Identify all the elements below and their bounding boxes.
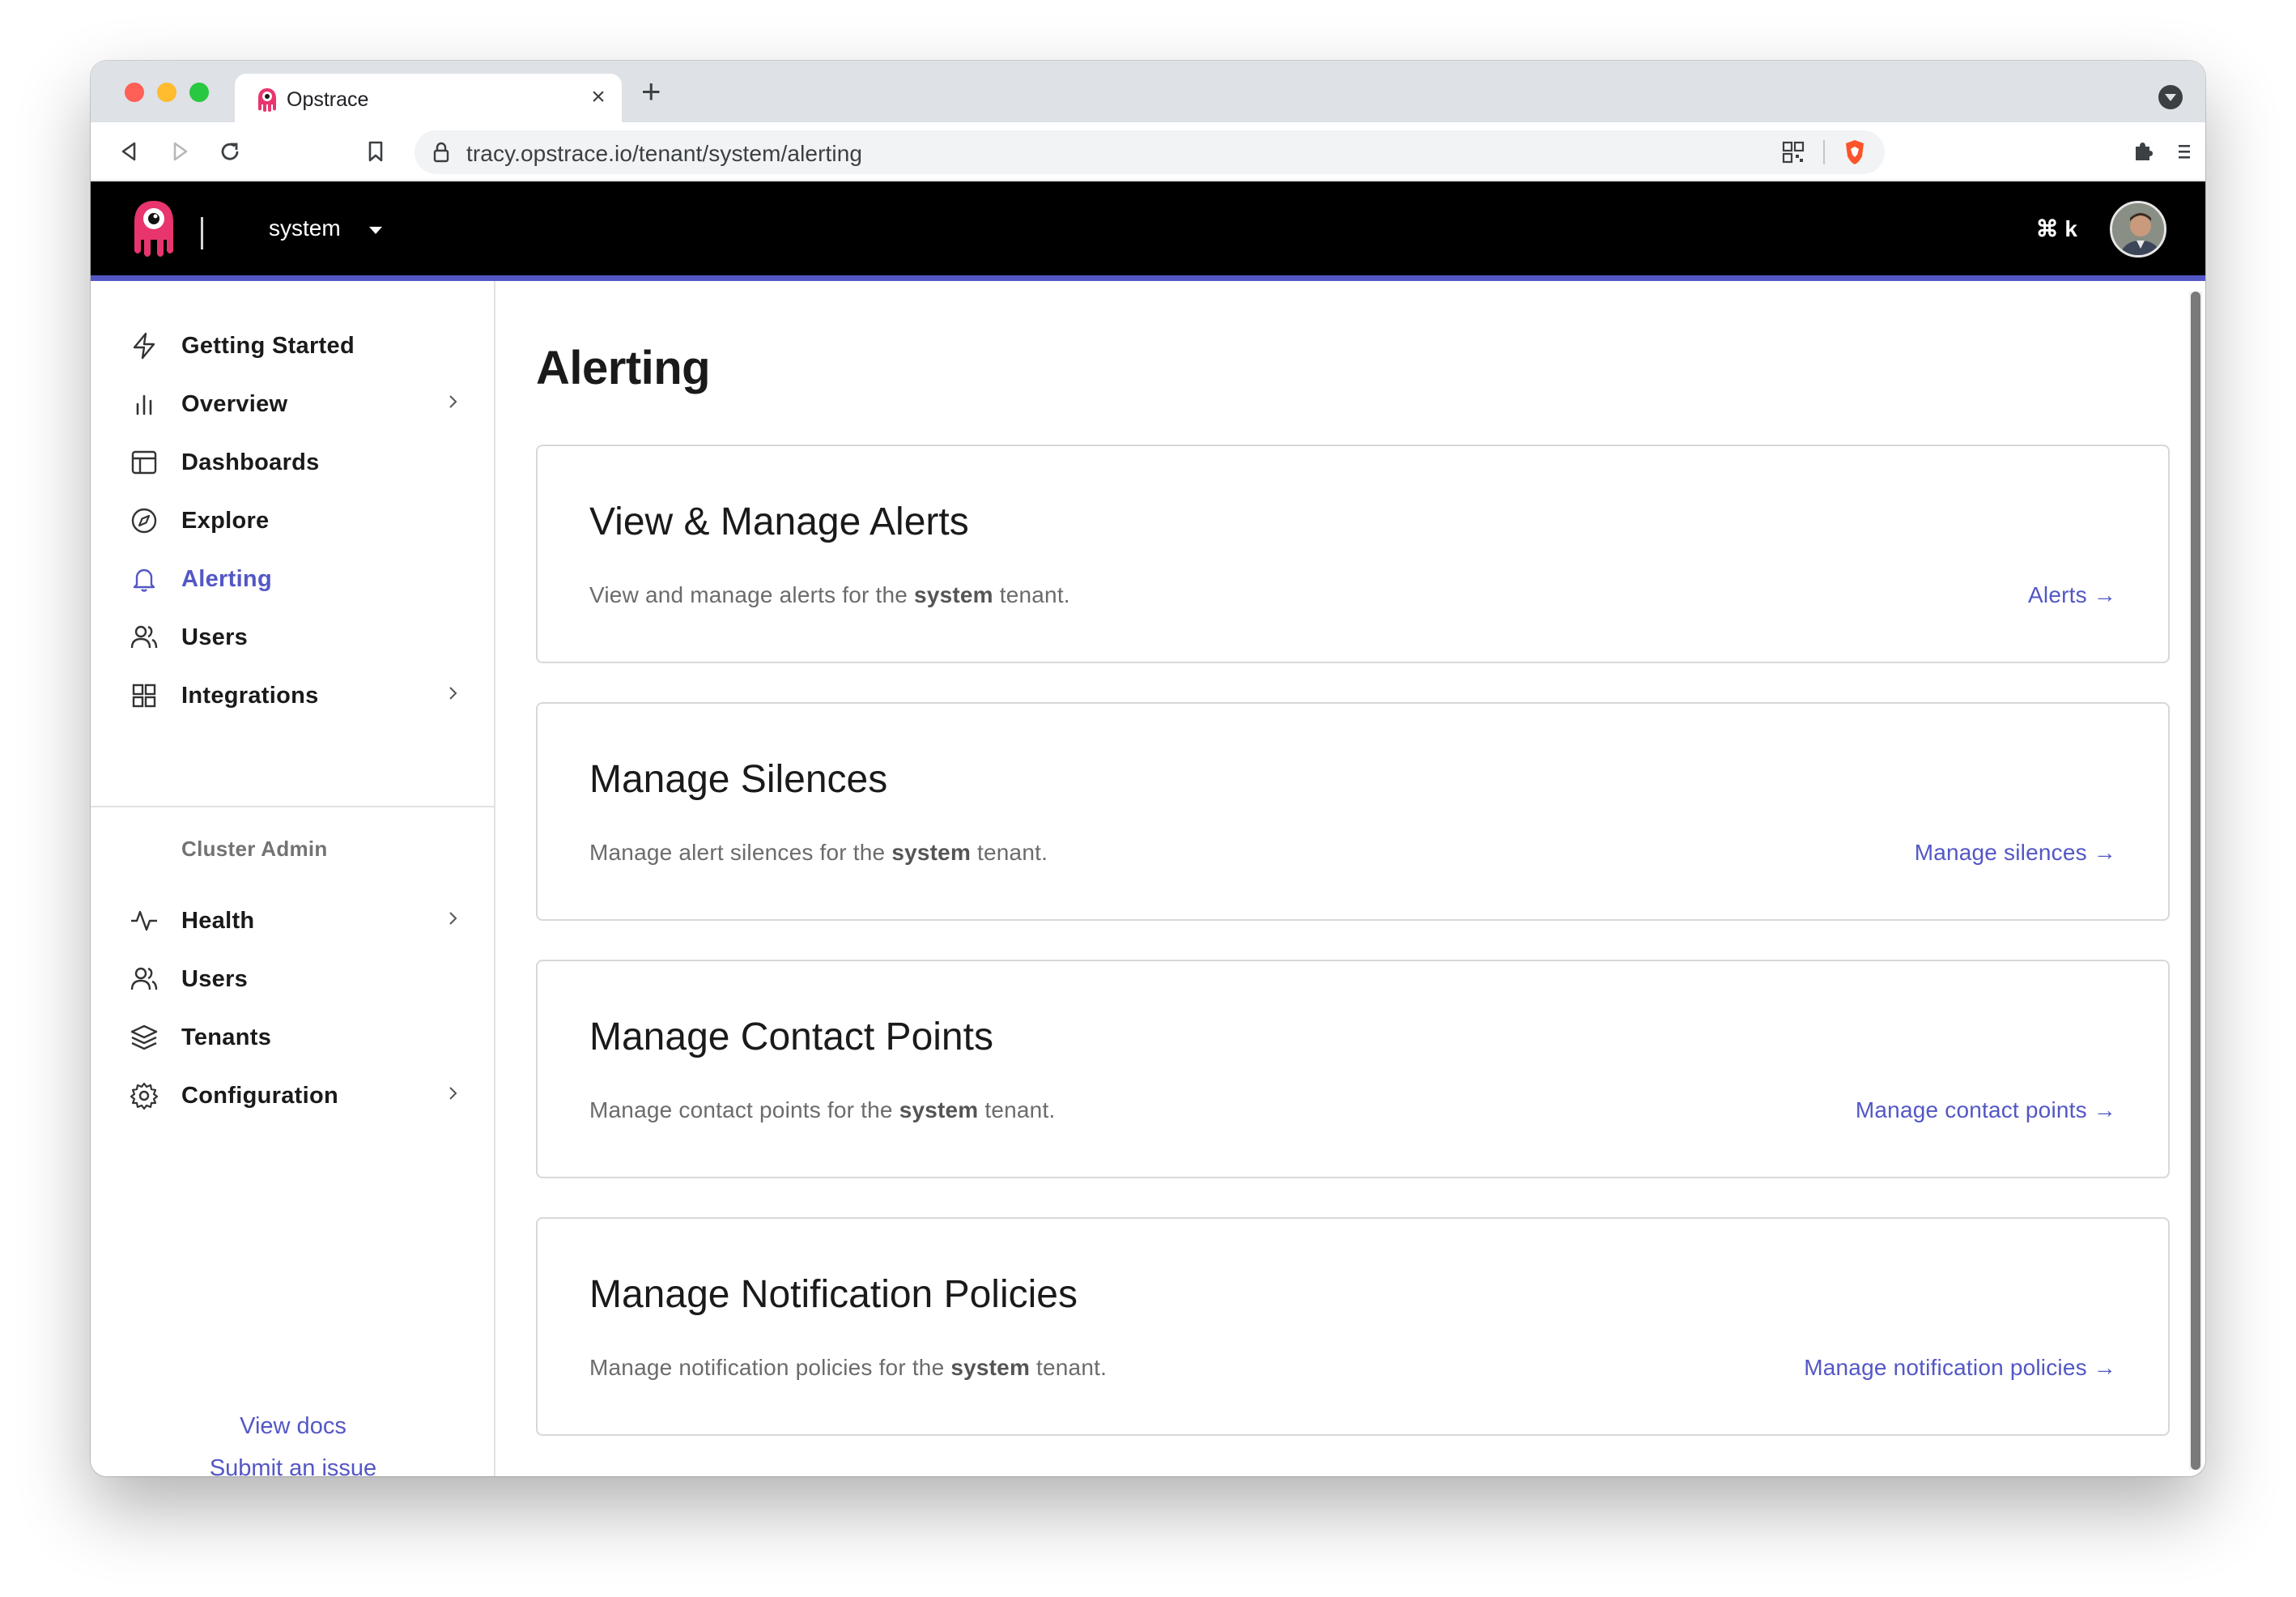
manage-notification-policies-link[interactable]: Manage notification policies → (1804, 1355, 2116, 1381)
user-avatar[interactable] (2110, 201, 2166, 258)
sidebar-item-admin-users[interactable]: Users (130, 955, 470, 1000)
sidebar-item-label: Users (181, 966, 249, 992)
card-title: View & Manage Alerts (589, 500, 969, 543)
sidebar-item-label: Integrations (181, 683, 319, 709)
layers-icon (130, 1024, 158, 1050)
bar-chart-icon (136, 394, 152, 415)
opstrace-logo-icon[interactable] (131, 198, 176, 259)
sidebar: Getting Started Overview Dashboards Expl… (91, 281, 495, 1476)
header-accent-line (91, 275, 2205, 281)
app-header: system ⌘ k (91, 181, 2205, 275)
sidebar-item-label: Health (181, 908, 255, 934)
sidebar-item-label: Configuration (181, 1083, 338, 1109)
sidebar-item-getting-started[interactable]: Getting Started (130, 322, 470, 367)
sidebar-item-users[interactable]: Users (130, 613, 470, 658)
url-text[interactable]: tracy.opstrace.io/tenant/system/alerting (466, 141, 862, 167)
address-bar[interactable]: tracy.opstrace.io/tenant/system/alerting (415, 130, 1885, 174)
browser-toolbar: tracy.opstrace.io/tenant/system/alerting (91, 122, 2205, 181)
brave-shield-icon[interactable] (1843, 138, 1867, 166)
sidebar-item-label: Dashboards (181, 449, 320, 475)
tab-search-icon[interactable] (2158, 85, 2183, 109)
chevron-right-icon (449, 1087, 457, 1100)
minimize-window-button[interactable] (157, 83, 176, 102)
sidebar-item-dashboards[interactable]: Dashboards (130, 438, 470, 483)
tenant-selector[interactable]: system (269, 215, 341, 241)
maximize-window-button[interactable] (189, 83, 209, 102)
sidebar-item-label: Overview (181, 391, 288, 417)
layout-icon (131, 450, 157, 475)
tab-close-icon[interactable]: × (585, 83, 612, 111)
address-bar-separator (1823, 140, 1825, 164)
card-manage-contact-points: Manage Contact Points Manage contact poi… (536, 960, 2170, 1178)
zap-icon (133, 332, 155, 360)
card-manage-notification-policies: Manage Notification Policies Manage noti… (536, 1217, 2170, 1436)
browser-tab[interactable]: Opstrace × (235, 74, 622, 124)
command-palette-shortcut[interactable]: ⌘ k (2036, 215, 2077, 242)
card-description: View and manage alerts for the system te… (589, 582, 1070, 607)
compass-icon (131, 508, 157, 534)
submit-issue-link[interactable]: Submit an issue (91, 1455, 495, 1476)
sidebar-item-alerting[interactable]: Alerting (130, 555, 470, 600)
bookmark-icon[interactable] (361, 137, 390, 166)
card-title: Manage Contact Points (589, 1016, 993, 1058)
card-view-manage-alerts: View & Manage Alerts View and manage ale… (536, 445, 2170, 663)
users-icon (130, 967, 158, 990)
sidebar-item-label: Alerting (181, 566, 272, 592)
sidebar-item-configuration[interactable]: Configuration (130, 1071, 470, 1117)
sidebar-item-tenants[interactable]: Tenants (130, 1013, 470, 1058)
browser-window: Opstrace × + tracy.opstrace.io/tenant/sy… (91, 61, 2205, 1476)
menu-icon[interactable] (2170, 137, 2199, 166)
card-description: Manage contact points for the system ten… (589, 1097, 1056, 1122)
reload-icon[interactable] (215, 137, 244, 166)
sidebar-item-overview[interactable]: Overview (130, 380, 470, 425)
view-docs-link[interactable]: View docs (91, 1413, 495, 1440)
card-title: Manage Silences (589, 758, 888, 801)
sidebar-item-label: Users (181, 624, 249, 650)
chevron-right-icon (449, 395, 457, 408)
chevron-right-icon (449, 687, 457, 700)
card-description: Manage notification policies for the sys… (589, 1355, 1108, 1380)
sidebar-divider (91, 806, 494, 807)
close-window-button[interactable] (125, 83, 144, 102)
card-title: Manage Notification Policies (589, 1273, 1078, 1316)
grid-icon (132, 684, 156, 708)
settings-icon (130, 1082, 159, 1110)
sidebar-item-integrations[interactable]: Integrations (130, 671, 470, 717)
manage-silences-link[interactable]: Manage silences → (1915, 840, 2116, 866)
card-description: Manage alert silences for the system ten… (589, 840, 1048, 865)
avatar-image-icon (2112, 203, 2164, 255)
main-content: Alerting View & Manage Alerts View and m… (495, 281, 2188, 1476)
manage-contact-points-link[interactable]: Manage contact points → (1856, 1097, 2116, 1123)
page-scrollbar[interactable] (2189, 292, 2202, 1470)
scrollbar-thumb[interactable] (2191, 292, 2200, 1470)
extensions-icon[interactable] (2128, 137, 2157, 166)
back-icon[interactable] (115, 137, 144, 166)
alerts-link[interactable]: Alerts → (2028, 582, 2116, 608)
chevron-right-icon (449, 912, 457, 925)
forward-icon[interactable] (165, 137, 194, 166)
page-title: Alerting (536, 342, 711, 394)
tab-strip: Opstrace × + (91, 61, 2205, 124)
sidebar-item-explore[interactable]: Explore (130, 496, 470, 542)
sidebar-item-label: Explore (181, 508, 270, 534)
tab-title: Opstrace (287, 88, 369, 111)
sidebar-item-label: Getting Started (181, 333, 355, 359)
tenant-caret-icon[interactable] (369, 227, 382, 234)
section-title-cluster-admin: Cluster Admin (181, 837, 328, 861)
qr-code-icon[interactable] (1781, 140, 1805, 164)
card-manage-silences: Manage Silences Manage alert silences fo… (536, 702, 2170, 921)
sidebar-item-health[interactable]: Health (130, 896, 470, 942)
lock-icon (433, 142, 449, 163)
activity-icon (131, 910, 157, 931)
new-tab-button[interactable]: + (641, 72, 661, 111)
sidebar-item-label: Tenants (181, 1024, 272, 1050)
opstrace-favicon-icon (258, 88, 276, 112)
users-icon (130, 625, 158, 649)
bell-icon (133, 569, 155, 592)
header-divider (201, 217, 203, 249)
